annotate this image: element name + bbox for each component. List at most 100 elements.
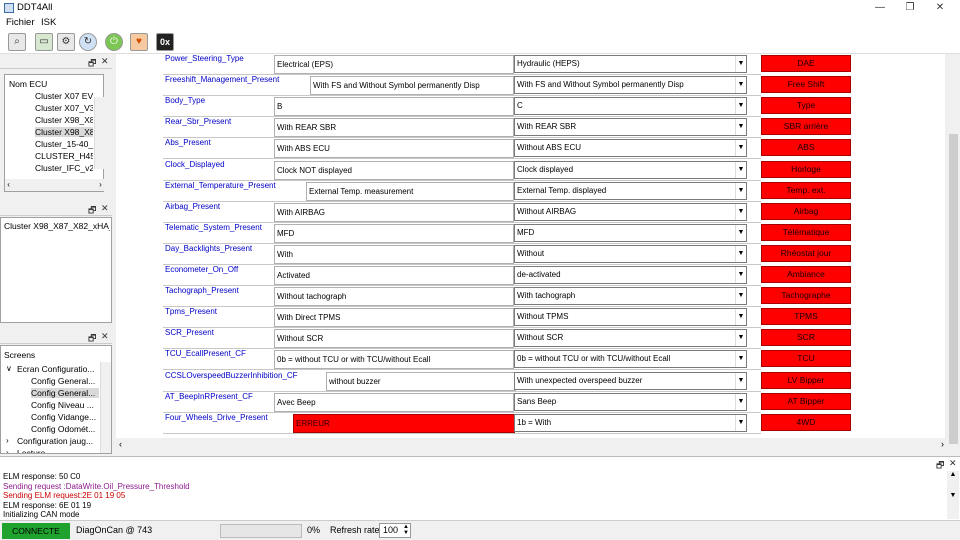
write-button[interactable]: ABS [761,139,851,157]
menu-isk[interactable]: ISK [41,17,56,28]
ecu-list-item[interactable]: Cluster_IFC_v2 [35,163,93,173]
write-button[interactable]: SBR arrière [761,118,851,136]
write-button[interactable]: Télématique [761,223,851,241]
settings-icon[interactable]: ⚙ [57,33,75,51]
main-config-area: Power_Steering_Type Electrical (EPS) Hydra… [116,54,945,452]
main-horizontal-scrollbar[interactable]: ‹ › [116,438,947,452]
value-dropdown-text: Without SCR [517,333,564,343]
ecu-list-item[interactable]: Cluster_15-40_ [35,139,93,149]
ecu-list-item[interactable]: CLUSTER_H45_ [35,151,93,161]
status-bar: CONNECTE DiagOnCan @ 743 0% Refresh rate… [0,520,960,540]
write-button[interactable]: Horloge [761,160,851,178]
value-dropdown[interactable]: With REAR SBR ▼ [514,118,747,137]
ecu-list-scrollbar[interactable] [94,97,104,169]
minimize-button[interactable]: — [865,0,895,16]
current-value-cell: 0b = without TCU or with TCU/without Eca… [274,350,514,370]
tree-expander-icon[interactable]: › [6,448,9,453]
value-dropdown[interactable]: Sans Beep ▼ [514,392,747,411]
current-value-cell: With FS and Without Symbol permanently D… [310,76,514,96]
value-dropdown[interactable]: Clock displayed ▼ [514,160,747,179]
value-dropdown[interactable]: Without SCR ▼ [514,329,747,348]
close-panel-icon[interactable]: ✕ [949,458,957,469]
config-row-label: Freeshift_Management_Present [165,75,280,85]
float-icon[interactable]: 🗗 [936,458,944,474]
write-button[interactable]: AT Bipper [761,392,851,410]
heartbeat-icon[interactable]: ♥ [130,33,148,51]
ecu-list-hscroll[interactable]: ‹ › [5,179,104,191]
scroll-left-icon[interactable]: ‹ [119,439,122,449]
connect-icon[interactable]: ⏻ [105,33,123,51]
hex-mode-icon[interactable]: 0x [156,33,174,51]
screen-tree-item[interactable]: Config Vidange... [31,412,99,422]
ecu-device-icon[interactable]: ▭ [35,33,53,51]
value-dropdown[interactable]: Without ▼ [514,244,747,263]
write-button[interactable]: Temp. ext. [761,181,851,199]
write-button[interactable]: Free Shift [761,76,851,94]
close-button[interactable]: ✕ [925,0,955,16]
refresh-rate-value: 100 [383,525,399,535]
current-value-cell: External Temp. measurement [306,181,514,201]
main-scroll-thumb[interactable] [949,134,958,444]
write-button[interactable]: SCR [761,329,851,347]
log-scrollbar[interactable]: ▲ ▼ [947,471,959,519]
value-dropdown[interactable]: External Temp. displayed ▼ [514,181,747,200]
value-dropdown[interactable]: MFD ▼ [514,223,747,242]
value-dropdown[interactable]: Hydraulic (HEPS) ▼ [514,55,747,73]
value-dropdown[interactable]: With FS and Without Symbol permanently D… [514,76,747,95]
write-button[interactable]: Airbag [761,202,851,220]
chevron-down-icon: ▼ [735,56,746,72]
float-icon[interactable]: 🗗 [88,56,96,72]
screen-tree-item[interactable]: Ecran Configuratio... [17,364,99,374]
row-divider [163,137,761,139]
ecu-list-item[interactable]: Cluster X98_X8 [35,115,93,125]
close-panel-icon[interactable]: ✕ [101,331,109,342]
tree-expander-icon[interactable]: ∨ [6,364,12,373]
screen-tree-item[interactable]: Lecture [17,448,99,453]
value-dropdown[interactable]: Without TPMS ▼ [514,308,747,327]
write-button[interactable]: Type [761,97,851,115]
value-dropdown-text: Sans Beep [517,396,557,406]
ecu-list-item[interactable]: Cluster X07_V3 [35,103,93,113]
value-dropdown[interactable]: With unexpected overspeed buzzer ▼ [514,371,747,390]
maximize-button[interactable]: ❐ [895,0,925,16]
refresh-icon[interactable]: ↻ [79,33,97,51]
ecu-list-header: Nom ECU [9,79,48,89]
write-button[interactable]: Rhéostat jour [761,244,851,262]
write-button[interactable]: TCU [761,350,851,368]
write-button[interactable]: DAE [761,55,851,72]
current-value-cell: Activated [274,266,514,285]
screen-tree-item[interactable]: Config Niveau ... [31,400,99,410]
current-value-cell: B [274,97,514,117]
ecu-list-item[interactable]: Cluster X98_X8 [35,127,93,137]
log-line: Initializing CAN mode [3,510,80,519]
screen-tree-item[interactable]: Config General... [31,376,99,386]
value-dropdown[interactable]: C ▼ [514,97,747,116]
screen-tree-item[interactable]: Config Odomét... [31,424,99,434]
spin-arrows-icon[interactable]: ▲ ▼ [403,524,409,536]
screen-tree-item[interactable]: Configuration jaug... [17,436,99,446]
scan-ecu-icon[interactable]: ⌕ [8,33,26,51]
write-button[interactable]: 4WD [761,413,851,431]
write-button[interactable]: TPMS [761,308,851,326]
value-dropdown[interactable]: de-activated ▼ [514,266,747,284]
value-dropdown-text: C [517,101,523,111]
menu-fichier[interactable]: Fichier [6,17,35,28]
value-dropdown[interactable]: With tachograph ▼ [514,287,747,306]
value-dropdown[interactable]: 0b = without TCU or with TCU/without Eca… [514,350,747,369]
close-panel-icon[interactable]: ✕ [101,203,109,214]
value-dropdown[interactable]: Without ABS ECU ▼ [514,139,747,158]
value-dropdown[interactable]: 1b = With ▼ [514,413,747,432]
scroll-right-icon[interactable]: › [941,439,944,449]
write-button[interactable]: LV Bipper [761,371,851,389]
screen-tree-item[interactable]: Config General... [31,388,99,398]
screens-scrollbar[interactable] [100,362,111,453]
current-value-cell: With [274,244,514,264]
close-panel-icon[interactable]: ✕ [101,56,109,67]
ecu-list-item[interactable]: Cluster X07 EV_ [35,91,93,101]
write-button[interactable]: Tachographe [761,287,851,305]
tree-expander-icon[interactable]: › [6,436,9,445]
main-vertical-scrollbar[interactable] [947,54,960,452]
write-button[interactable]: Ambiance [761,266,851,283]
refresh-rate-spinbox[interactable]: 100 ▲ ▼ [379,523,411,538]
value-dropdown[interactable]: Without AIRBAG ▼ [514,202,747,221]
